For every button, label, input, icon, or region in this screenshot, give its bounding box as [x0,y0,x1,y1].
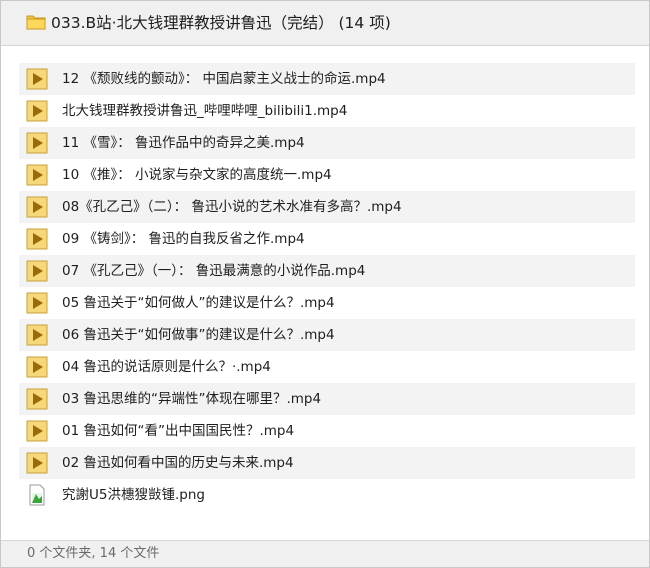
image-file-icon [29,484,45,506]
file-name: 02 鲁迅如何看中国的历史与未来.mp4 [62,455,294,471]
file-row[interactable]: 07 《孔乙己》（一）： 鲁迅最满意的小说作品.mp4 [19,255,635,287]
file-name: 12 《颓败线的颤动》： 中国启蒙主义战士的命运.mp4 [62,71,386,87]
file-row[interactable]: 01 鲁迅如何“看”出中国国民性？.mp4 [19,415,635,447]
file-name: 04 鲁迅的说话原则是什么？·.mp4 [62,359,271,375]
video-file-icon [26,292,48,314]
file-name: 01 鲁迅如何“看”出中国国民性？.mp4 [62,423,295,439]
file-list: 12 《颓败线的颤动》： 中国启蒙主义战士的命运.mp4 北大钱理群教授讲鲁迅_哔… [19,63,635,511]
video-file-icon [26,228,48,250]
folder-icon [26,15,46,30]
file-name: 09 《铸剑》： 鲁迅的自我反省之作.mp4 [62,231,305,247]
file-row[interactable]: 06 鲁迅关于“如何做事”的建议是什么？.mp4 [19,319,635,351]
title-bar: 033.B站·北大钱理群教授讲鲁迅（完结） (14 项) [1,1,649,46]
file-row[interactable]: 究謝U5洪橞獀敱锺.png [19,479,635,511]
file-name: 08《孔乙己》（二）： 鲁迅小说的艺术水准有多高？.mp4 [62,199,402,215]
video-file-icon [26,324,48,346]
file-row[interactable]: 12 《颓败线的颤动》： 中国启蒙主义战士的命运.mp4 [19,63,635,95]
file-name: 11 《雪》： 鲁迅作品中的奇异之美.mp4 [62,135,305,151]
video-file-icon [26,356,48,378]
file-row[interactable]: 02 鲁迅如何看中国的历史与未来.mp4 [19,447,635,479]
file-row[interactable]: 10 《推》： 小说家与杂文家的高度统一.mp4 [19,159,635,191]
file-name: 07 《孔乙己》（一）： 鲁迅最满意的小说作品.mp4 [62,263,366,279]
file-row[interactable]: 09 《铸剑》： 鲁迅的自我反省之作.mp4 [19,223,635,255]
video-file-icon [26,132,48,154]
video-file-icon [26,100,48,122]
video-file-icon [26,196,48,218]
video-file-icon [26,68,48,90]
file-browser-window: 033.B站·北大钱理群教授讲鲁迅（完结） (14 项) 12 《颓败线的颤动》… [0,0,650,568]
file-row[interactable]: 04 鲁迅的说话原则是什么？·.mp4 [19,351,635,383]
file-row[interactable]: 11 《雪》： 鲁迅作品中的奇异之美.mp4 [19,127,635,159]
window-title: 033.B站·北大钱理群教授讲鲁迅（完结） (14 项) [51,14,391,32]
file-row[interactable]: 北大钱理群教授讲鲁迅_哔哩哔哩_bilibili1.mp4 [19,95,635,127]
video-file-icon [26,420,48,442]
video-file-icon [26,452,48,474]
file-name: 北大钱理群教授讲鲁迅_哔哩哔哩_bilibili1.mp4 [62,103,348,119]
file-name: 06 鲁迅关于“如何做事”的建议是什么？.mp4 [62,327,335,343]
file-name: 究謝U5洪橞獀敱锺.png [62,487,205,503]
video-file-icon [26,164,48,186]
file-row[interactable]: 05 鲁迅关于“如何做人”的建议是什么？.mp4 [19,287,635,319]
file-name: 10 《推》： 小说家与杂文家的高度统一.mp4 [62,167,332,183]
file-row[interactable]: 03 鲁迅思维的“异端性”体现在哪里？.mp4 [19,383,635,415]
status-bar: 0 个文件夹, 14 个文件 [1,540,649,567]
video-file-icon [26,260,48,282]
status-summary: 0 个文件夹, 14 个文件 [27,546,160,561]
video-file-icon [26,388,48,410]
file-row[interactable]: 08《孔乙己》（二）： 鲁迅小说的艺术水准有多高？.mp4 [19,191,635,223]
file-name: 03 鲁迅思维的“异端性”体现在哪里？.mp4 [62,391,322,407]
file-name: 05 鲁迅关于“如何做人”的建议是什么？.mp4 [62,295,335,311]
